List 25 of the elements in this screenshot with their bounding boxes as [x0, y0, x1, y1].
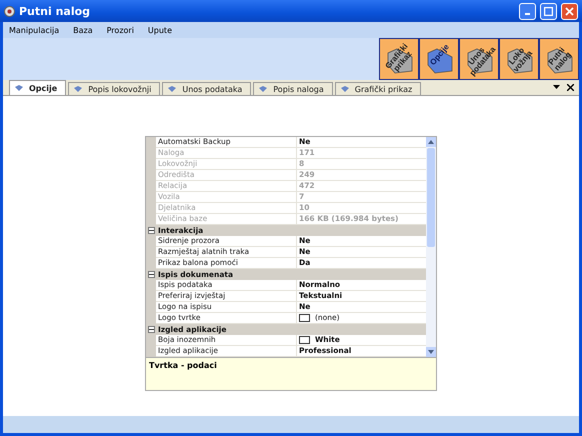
tab[interactable]: Grafički prikaz: [334, 82, 422, 95]
app-icon: [4, 6, 15, 16]
window-title: Putni nalog: [19, 4, 92, 18]
tab[interactable]: Popis lokovožnji: [68, 82, 160, 95]
tab[interactable]: Unos podataka: [162, 82, 252, 95]
close-icon[interactable]: [567, 84, 574, 91]
scroll-up-icon[interactable]: [428, 140, 434, 144]
menu-item[interactable]: Upute: [148, 26, 172, 34]
collapse-toggle[interactable]: [148, 326, 155, 333]
description-title: Tvrtka - podaci: [149, 361, 217, 370]
dropdown-icon[interactable]: [553, 85, 560, 90]
close-icon: [565, 6, 574, 16]
maximize-button[interactable]: [540, 2, 557, 20]
maximize-icon: [544, 6, 553, 16]
menu-item[interactable]: Prozori: [106, 26, 134, 34]
minimize-button[interactable]: [519, 2, 536, 20]
collapse-toggle[interactable]: [148, 227, 155, 234]
collapse-toggle[interactable]: [148, 271, 155, 278]
tab[interactable]: Opcije: [9, 80, 66, 95]
tab[interactable]: Popis naloga: [253, 82, 333, 95]
menu-item[interactable]: Baza: [73, 26, 93, 34]
menu-item[interactable]: Manipulacija: [9, 26, 60, 34]
scrollbar[interactable]: [426, 137, 436, 357]
close-button[interactable]: [561, 2, 578, 20]
scroll-down-icon[interactable]: [428, 350, 434, 354]
